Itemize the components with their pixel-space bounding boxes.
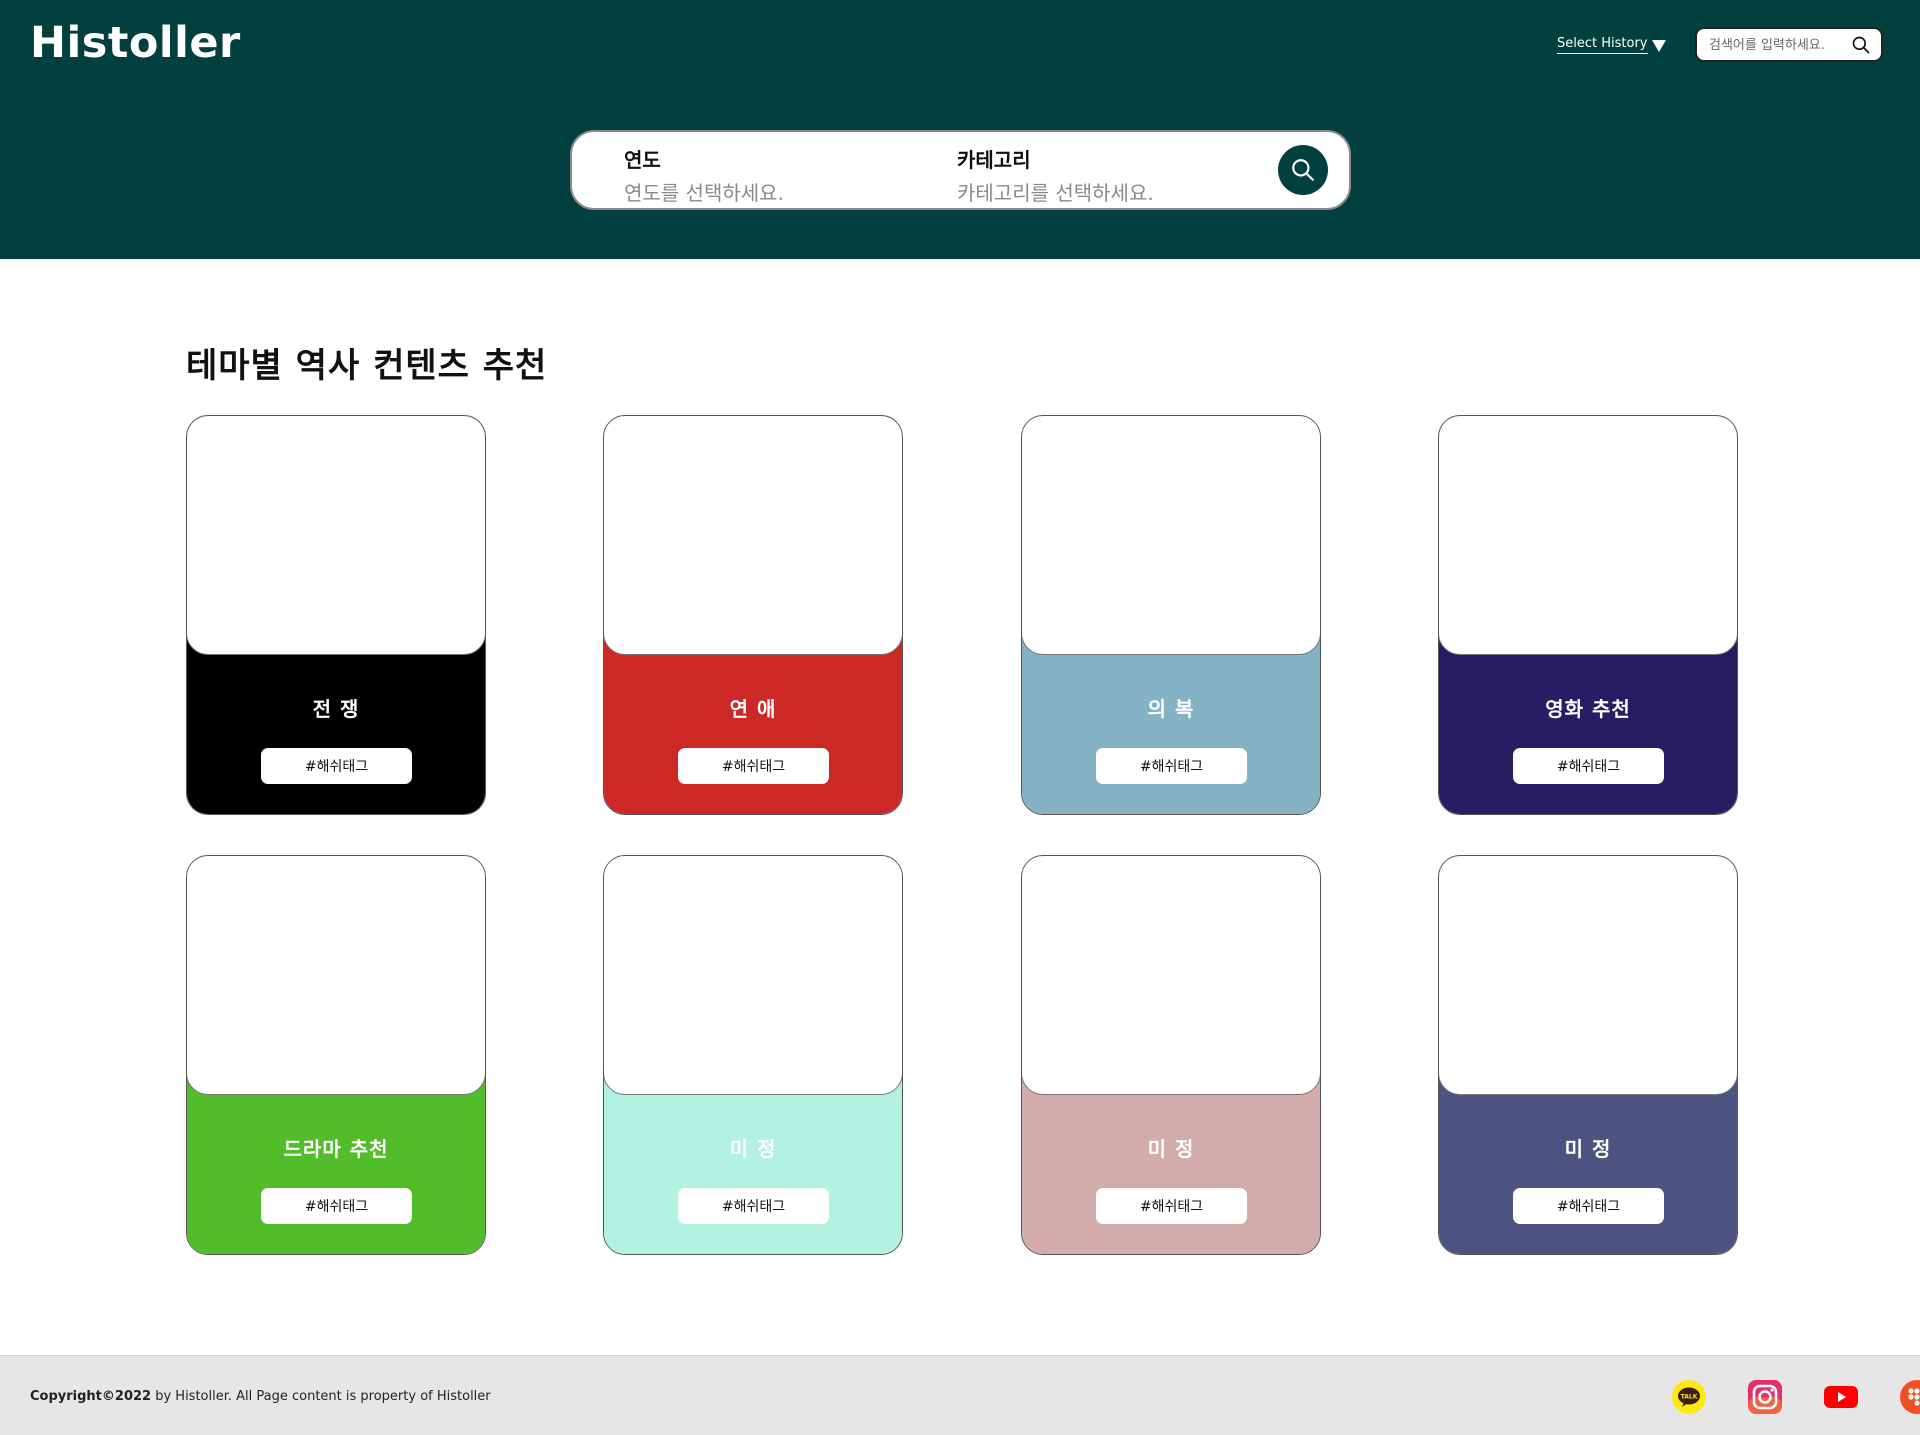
select-history-dropdown[interactable]: Select History [1557, 36, 1666, 54]
card-title: 의 복 [1147, 697, 1195, 721]
hero-search-button[interactable] [1278, 145, 1328, 195]
select-history-label: Select History [1557, 36, 1648, 54]
card-title: 전 쟁 [312, 697, 360, 721]
card-title: 미 정 [729, 1137, 777, 1161]
section-title: 테마별 역사 컨텐츠 추천 [186, 346, 548, 386]
card-title: 연 애 [729, 697, 777, 721]
card-image [1439, 416, 1737, 655]
copyright-text: Copyright©2022 by Histoller. All Page co… [30, 1389, 491, 1404]
logo[interactable]: Histoller [30, 18, 241, 68]
search-icon[interactable] [1851, 35, 1871, 55]
card-image [1022, 416, 1320, 655]
card-image [604, 856, 902, 1095]
theme-card[interactable]: 드라마 추천 #해쉬태그 [186, 855, 486, 1255]
card-hashtag[interactable]: #해쉬태그 [261, 1188, 412, 1224]
card-title: 미 정 [1564, 1137, 1612, 1161]
category-title: 카테고리 [957, 148, 1031, 172]
card-hashtag[interactable]: #해쉬태그 [1096, 1188, 1247, 1224]
card-title: 드라마 추천 [283, 1137, 389, 1161]
site-footer: Copyright©2022 by Histoller. All Page co… [0, 1355, 1920, 1435]
card-title: 미 정 [1147, 1137, 1195, 1161]
theme-card[interactable]: 의 복 #해쉬태그 [1021, 415, 1321, 815]
year-title: 연도 [624, 148, 661, 172]
card-title: 영화 추천 [1545, 697, 1631, 721]
year-selector[interactable]: 연도 연도를 선택하세요. [624, 144, 784, 206]
card-hashtag[interactable]: #해쉬태그 [1513, 1188, 1664, 1224]
card-hashtag[interactable]: #해쉬태그 [1513, 748, 1664, 784]
card-hashtag[interactable]: #해쉬태그 [261, 748, 412, 784]
site-header: Histoller Select History 연도 연도를 선택하세요. 카… [0, 0, 1920, 259]
category-selector[interactable]: 카테고리 카테고리를 선택하세요. [957, 144, 1154, 206]
theme-card[interactable]: 미 정 #해쉬태그 [1021, 855, 1321, 1255]
card-image [187, 416, 485, 655]
kakao-talk-label: TALK [1681, 1394, 1698, 1401]
youtube-icon[interactable] [1824, 1380, 1858, 1414]
theme-card[interactable]: 전 쟁 #해쉬태그 [186, 415, 486, 815]
copyright-rest: by Histoller. All Page content is proper… [151, 1389, 491, 1404]
card-image [604, 416, 902, 655]
theme-card[interactable]: 미 정 #해쉬태그 [1438, 855, 1738, 1255]
theme-card[interactable]: 미 정 #해쉬태그 [603, 855, 903, 1255]
dots-logo-icon[interactable] [1900, 1380, 1920, 1414]
search-icon [1292, 159, 1314, 181]
theme-card[interactable]: 영화 추천 #해쉬태그 [1438, 415, 1738, 815]
card-image [187, 856, 485, 1095]
kakaotalk-icon[interactable]: TALK [1672, 1380, 1706, 1414]
theme-card[interactable]: 연 애 #해쉬태그 [603, 415, 903, 815]
card-hashtag[interactable]: #해쉬태그 [678, 748, 829, 784]
card-hashtag[interactable]: #해쉬태그 [1096, 748, 1247, 784]
hero-search-bar: 연도 연도를 선택하세요. 카테고리 카테고리를 선택하세요. [570, 130, 1351, 210]
year-placeholder: 연도를 선택하세요. [624, 181, 784, 205]
card-image [1022, 856, 1320, 1095]
caret-down-icon [1651, 40, 1666, 52]
category-placeholder: 카테고리를 선택하세요. [957, 181, 1154, 205]
card-hashtag[interactable]: #해쉬태그 [678, 1188, 829, 1224]
copyright-bold: Copyright©2022 [30, 1389, 152, 1404]
instagram-icon[interactable] [1748, 1380, 1782, 1414]
card-image [1439, 856, 1737, 1095]
header-search-input[interactable] [1709, 35, 1849, 55]
header-search-box [1695, 27, 1883, 62]
